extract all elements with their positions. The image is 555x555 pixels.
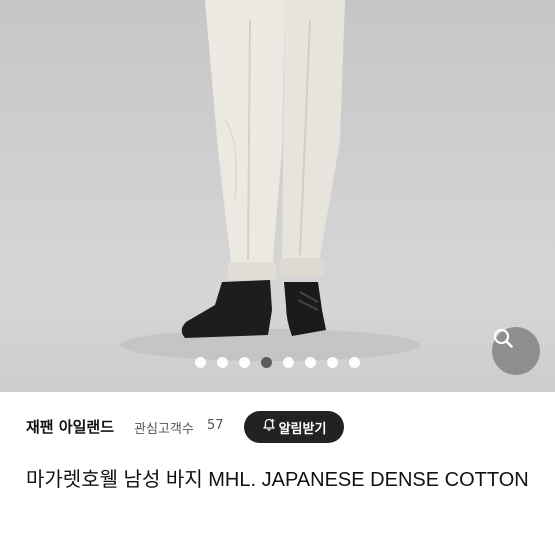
product-image[interactable] [0, 0, 555, 392]
seller-name[interactable]: 재팬 아일랜드 [26, 416, 114, 437]
fan-count-label: 관심고객수 [134, 422, 194, 437]
alert-subscribe-button[interactable]: 알림받기 [244, 411, 344, 443]
product-page: 재팬 아일랜드 관심고객수 57 알림받기 마가렛호웰 남성 바지 MHL. J… [0, 0, 555, 555]
bell-plus-icon [262, 418, 276, 436]
gallery-dot[interactable] [283, 357, 294, 368]
gallery-pagination [0, 357, 555, 368]
gallery-dot[interactable] [217, 357, 228, 368]
gallery-dot[interactable] [349, 357, 360, 368]
gallery-dot[interactable] [327, 357, 338, 368]
seller-row: 재팬 아일랜드 관심고객수 57 알림받기 [0, 404, 555, 452]
gallery-dot[interactable] [305, 357, 316, 368]
fan-count-value: 57 [207, 418, 224, 433]
product-title: 마가렛호웰 남성 바지 MHL. JAPANESE DENSE COTTON [26, 469, 529, 491]
gallery-dot[interactable] [195, 357, 206, 368]
gallery-dot[interactable] [261, 357, 272, 368]
product-photo-illustration [120, 0, 420, 361]
gallery-dot[interactable] [239, 357, 250, 368]
alert-button-label: 알림받기 [278, 421, 327, 437]
